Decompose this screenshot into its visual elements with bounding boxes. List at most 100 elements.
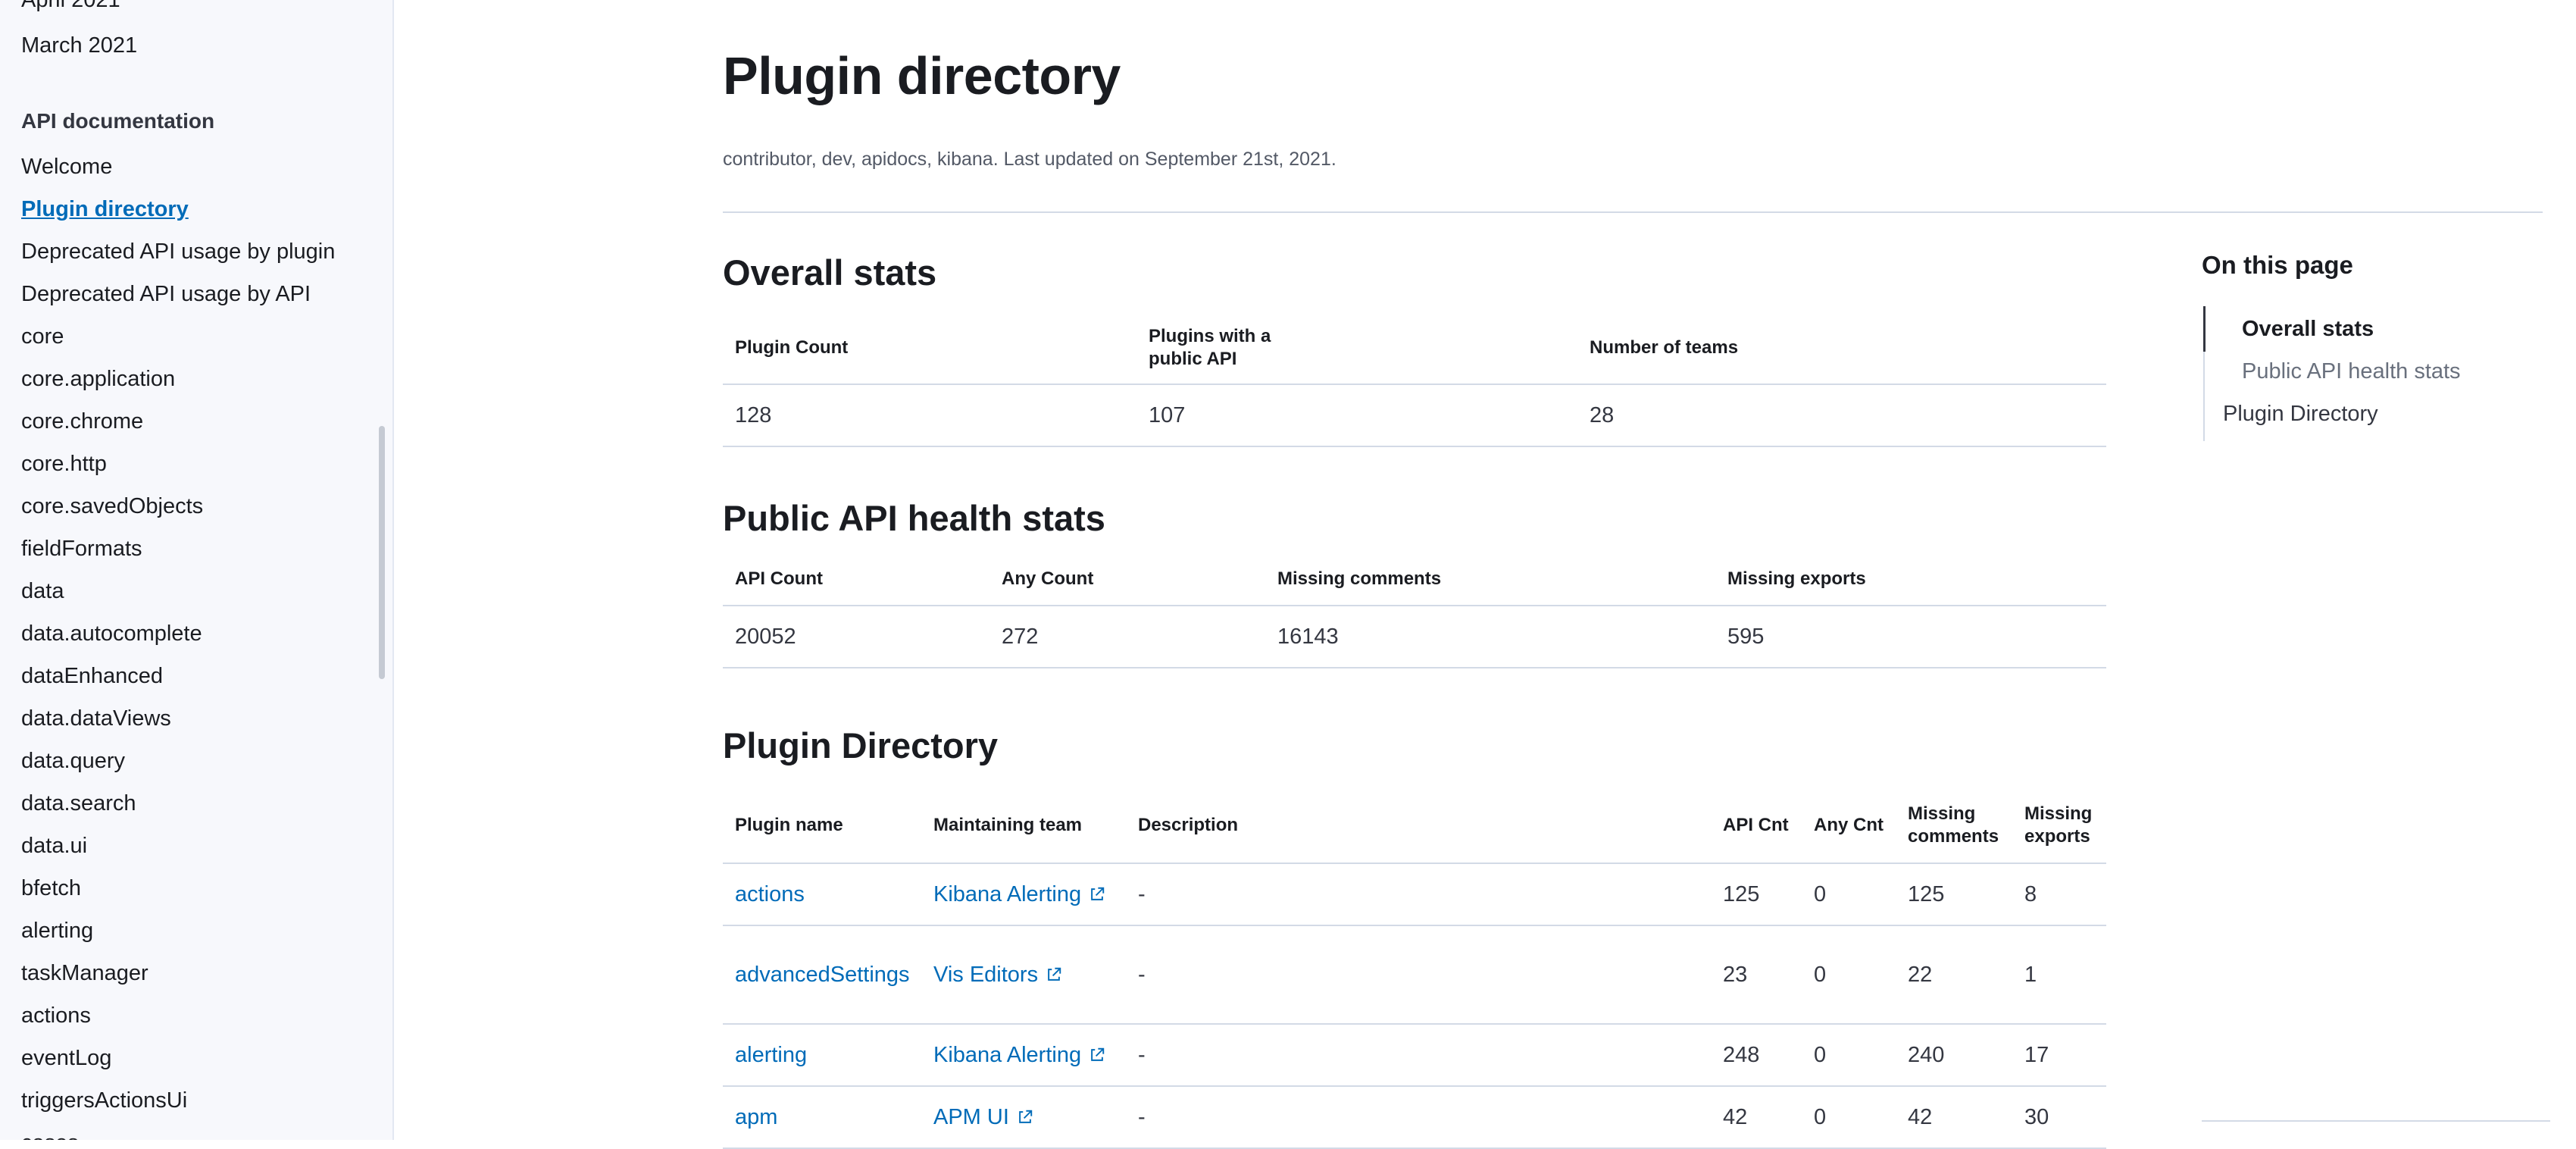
any-cnt-cell: 0 (1814, 1104, 1827, 1129)
missing-comments-cell: 240 (1908, 1042, 1945, 1067)
plugin-name-link[interactable]: apm (735, 1087, 777, 1147)
table-header-row: Plugin Count Plugins with a public API N… (723, 312, 2106, 385)
col-header-description: Description (1138, 815, 1239, 835)
table-row: alerting Kibana Alerting - 248 0 240 17 (723, 1025, 2106, 1087)
table-row: actions Kibana Alerting - 125 0 125 8 (723, 864, 2106, 926)
public-api-plugins-value: 107 (1149, 402, 1186, 427)
number-of-teams-value: 28 (1590, 402, 1615, 427)
toc-item-public-api-health-stats[interactable]: Public API health stats (2242, 359, 2461, 384)
any-cnt-cell: 0 (1814, 881, 1827, 906)
sidebar-item-data-search[interactable]: data.search (21, 790, 136, 817)
missing-exports-cell: 8 (2024, 881, 2037, 906)
team-link-label: Kibana Alerting (933, 1042, 1082, 1067)
description-cell: - (1138, 962, 1146, 987)
plugin-directory-heading: Plugin Directory (723, 725, 999, 765)
table-header-row: API Count Any Count Missing comments Mis… (723, 553, 2106, 606)
team-link-label: Kibana Alerting (933, 881, 1082, 906)
api-cnt-cell: 248 (1723, 1042, 1760, 1067)
any-count-value: 272 (1002, 624, 1039, 649)
sidebar-item-march-2021[interactable]: March 2021 (21, 32, 137, 59)
team-link[interactable]: APM UI (933, 1087, 1033, 1147)
missing-exports-cell: 17 (2024, 1042, 2049, 1067)
any-cnt-cell: 0 (1814, 1042, 1827, 1067)
overall-stats-table: Plugin Count Plugins with a public API N… (723, 312, 2106, 447)
api-cnt-cell: 23 (1723, 962, 1748, 987)
external-link-icon (1048, 967, 1061, 981)
description-cell: - (1138, 1042, 1146, 1067)
plugin-name-link[interactable]: alerting (735, 1025, 807, 1085)
external-link-icon (1091, 887, 1105, 900)
sidebar-item-data-autocomplete[interactable]: data.autocomplete (21, 620, 202, 647)
sidebar-nav: April 2021 March 2021 API documentation … (0, 0, 394, 1140)
plugin-count-value: 128 (735, 402, 772, 427)
sidebar-item-dataenhanced[interactable]: dataEnhanced (21, 662, 163, 690)
missing-comments-value: 16143 (1277, 624, 1339, 649)
sidebar-scrollbar[interactable] (379, 426, 385, 679)
sidebar-item-plugin-directory[interactable]: Plugin directory (21, 196, 189, 223)
api-cnt-cell: 125 (1723, 881, 1760, 906)
team-link[interactable]: Kibana Alerting (933, 864, 1105, 925)
sidebar-item-april-2021[interactable]: April 2021 (21, 0, 120, 14)
sidebar-item-bfetch[interactable]: bfetch (21, 875, 81, 902)
sidebar-item-actions[interactable]: actions (21, 1002, 91, 1029)
toc-item-overall-stats[interactable]: Overall stats (2242, 317, 2374, 342)
col-header-number-of-teams: Number of teams (1590, 337, 1739, 358)
plugin-name-link[interactable]: actions (735, 864, 805, 925)
col-header-missing-comments: Missing comments (1908, 803, 1999, 847)
table-row: 128 107 28 (723, 385, 2106, 447)
col-header-api-count: API Count (735, 568, 823, 589)
plugin-name-link[interactable]: advancedSettings (735, 926, 917, 1023)
page-title: Plugin directory (723, 46, 1121, 105)
missing-exports-cell: 1 (2024, 962, 2037, 987)
api-cnt-cell: 42 (1723, 1104, 1748, 1129)
sidebar-item-cases[interactable]: cases (21, 1129, 79, 1140)
external-link-icon (1091, 1047, 1105, 1061)
sidebar-item-core-savedobjects[interactable]: core.savedObjects (21, 493, 203, 520)
sidebar-item-welcome[interactable]: Welcome (21, 153, 112, 180)
description-cell: - (1138, 881, 1146, 906)
team-link[interactable]: Kibana Alerting (933, 1025, 1105, 1085)
page-meta: contributor, dev, apidocs, kibana. Last … (723, 149, 1336, 170)
sidebar-item-fieldformats[interactable]: fieldFormats (21, 535, 142, 562)
toc-item-plugin-directory[interactable]: Plugin Directory (2223, 402, 2378, 427)
plugin-directory-table: Plugin name Maintaining team Description… (723, 788, 2106, 1149)
toc-divider (2202, 1120, 2550, 1122)
sidebar-item-data-ui[interactable]: data.ui (21, 832, 87, 859)
col-header-plugin-count: Plugin Count (735, 337, 849, 358)
col-header-any-count: Any Count (1002, 568, 1094, 589)
sidebar-item-core-application[interactable]: core.application (21, 365, 175, 393)
sidebar-item-core-chrome[interactable]: core.chrome (21, 408, 143, 435)
missing-exports-cell: 30 (2024, 1104, 2049, 1129)
missing-comments-cell: 42 (1908, 1104, 1933, 1129)
table-row: advancedSettings Vis Editors - 23 0 22 1 (723, 926, 2106, 1025)
sidebar-item-alerting[interactable]: alerting (21, 917, 93, 944)
table-row: 20052 272 16143 595 (723, 606, 2106, 668)
on-this-page-title: On this page (2202, 251, 2353, 279)
sidebar-item-data-dataviews[interactable]: data.dataViews (21, 705, 171, 732)
table-header-row: Plugin name Maintaining team Description… (723, 788, 2106, 864)
sidebar-item-deprecated-by-plugin[interactable]: Deprecated API usage by plugin (21, 238, 335, 265)
sidebar-item-data[interactable]: data (21, 578, 64, 605)
team-link-label: APM UI (933, 1104, 1009, 1129)
sidebar-item-data-query[interactable]: data.query (21, 747, 125, 775)
overall-stats-heading: Overall stats (723, 252, 937, 293)
col-header-api-cnt: API Cnt (1723, 815, 1789, 835)
missing-comments-cell: 125 (1908, 881, 1945, 906)
team-link-label: Vis Editors (933, 962, 1039, 987)
health-stats-table: API Count Any Count Missing comments Mis… (723, 553, 2106, 668)
sidebar-item-triggersactionsui[interactable]: triggersActionsUi (21, 1087, 187, 1114)
sidebar-item-core[interactable]: core (21, 323, 64, 350)
sidebar-item-eventlog[interactable]: eventLog (21, 1044, 111, 1072)
col-header-maintaining-team: Maintaining team (933, 815, 1083, 835)
external-link-icon (1019, 1110, 1033, 1123)
col-header-any-cnt: Any Cnt (1814, 815, 1884, 835)
col-header-plugin-name: Plugin name (735, 815, 843, 835)
col-header-missing-exports: Missing exports (2024, 803, 2093, 847)
title-divider (723, 211, 2543, 213)
sidebar-item-deprecated-by-api[interactable]: Deprecated API usage by API (21, 280, 311, 308)
team-link[interactable]: Vis Editors (933, 926, 1062, 1023)
sidebar-item-taskmanager[interactable]: taskManager (21, 960, 148, 987)
missing-exports-value: 595 (1727, 624, 1765, 649)
health-stats-heading: Public API health stats (723, 498, 1105, 538)
sidebar-item-core-http[interactable]: core.http (21, 450, 107, 477)
